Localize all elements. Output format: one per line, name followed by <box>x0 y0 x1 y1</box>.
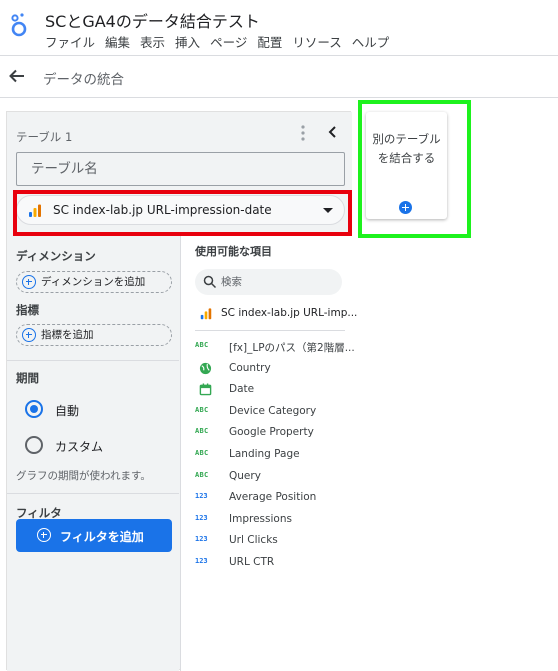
report-title[interactable]: SCとGA4のデータ結合テスト <box>45 8 260 32</box>
menu-insert[interactable]: 挿入 <box>175 32 200 51</box>
field-label: Average Position <box>229 491 317 503</box>
analytics-icon <box>29 204 41 217</box>
field-label: Query <box>229 470 261 482</box>
add-metric-label: 指標を追加 <box>41 329 94 341</box>
menu-file[interactable]: ファイル <box>45 32 95 51</box>
metric-title: 指標 <box>16 303 39 317</box>
field-item[interactable]: 123 Average Position <box>195 489 350 509</box>
menu-help[interactable]: ヘルプ <box>352 32 390 51</box>
number-type-icon: 123 <box>195 557 208 565</box>
field-label: URL CTR <box>229 556 275 568</box>
data-source-name: SC index-lab.jp URL-impression-date <box>53 203 272 217</box>
period-auto-label: 自動 <box>55 404 80 418</box>
text-type-icon: ABC <box>195 449 209 457</box>
add-metric-button[interactable]: 指標を追加 <box>16 324 172 346</box>
field-label: Impressions <box>229 513 292 525</box>
divider <box>195 330 345 331</box>
field-label: Google Property <box>229 426 314 438</box>
config-column: ディメンション ディメンションを追加 指標 指標を追加 期間 自動 カスタム グ… <box>7 236 179 671</box>
calendar-icon <box>199 383 212 396</box>
period-note: グラフの期間が使われます。 <box>16 470 151 482</box>
text-type-icon: ABC <box>195 341 209 349</box>
period-title: 期間 <box>16 371 39 385</box>
field-label: Url Clicks <box>229 534 278 546</box>
add-circle-icon <box>399 201 412 214</box>
looker-studio-logo-icon[interactable] <box>8 12 30 38</box>
field-search-input[interactable] <box>221 274 331 290</box>
field-item[interactable]: 123 Impressions <box>195 511 350 531</box>
add-circle-icon <box>37 528 51 542</box>
back-arrow-icon[interactable] <box>7 66 27 86</box>
blend-header: データの統合 <box>0 56 558 98</box>
search-icon <box>203 275 217 289</box>
available-fields-title: 使用可能な項目 <box>195 245 272 258</box>
source-field-item[interactable]: SC index-lab.jp URL-imp... <box>195 305 357 325</box>
menu-arrange[interactable]: 配置 <box>257 32 282 51</box>
menu-bar: ファイル 編集 表示 挿入 ページ 配置 リソース ヘルプ <box>45 32 399 51</box>
text-type-icon: ABC <box>195 471 209 479</box>
field-item[interactable]: 123 URL CTR <box>195 554 350 574</box>
available-fields-column: 使用可能な項目 SC index-lab.jp URL-imp... ABC [… <box>180 236 357 671</box>
menu-page[interactable]: ページ <box>210 32 247 51</box>
page-title: データの統合 <box>43 72 124 88</box>
add-table-card[interactable]: 別のテーブルを結合する <box>366 112 447 219</box>
table-number-label: テーブル 1 <box>16 130 73 144</box>
divider <box>7 493 179 494</box>
field-label: Landing Page <box>229 448 300 460</box>
field-item[interactable]: Date <box>195 381 350 401</box>
field-item[interactable]: ABC Landing Page <box>195 446 350 466</box>
period-custom-radio[interactable] <box>25 436 43 454</box>
analytics-icon <box>200 308 212 320</box>
data-source-select[interactable]: SC index-lab.jp URL-impression-date <box>16 195 345 225</box>
add-filter-button[interactable]: フィルタを追加 <box>16 519 172 552</box>
field-item[interactable]: Country <box>195 360 350 380</box>
add-dimension-label: ディメンションを追加 <box>41 276 146 288</box>
field-item[interactable]: ABC [fx]_LPのパス（第2階層... <box>195 338 355 358</box>
number-type-icon: 123 <box>195 514 208 522</box>
field-item[interactable]: ABC Google Property <box>195 424 350 444</box>
text-type-icon: ABC <box>195 406 209 414</box>
field-label: Device Category <box>229 405 317 417</box>
source-field-label: SC index-lab.jp URL-imp... <box>221 307 358 319</box>
menu-resource[interactable]: リソース <box>292 32 341 51</box>
add-filter-label: フィルタを追加 <box>60 530 144 544</box>
field-item[interactable]: 123 Url Clicks <box>195 532 350 552</box>
add-table-label: 別のテーブルを結合する <box>372 132 441 165</box>
more-vert-icon[interactable] <box>299 124 307 142</box>
table-name-input[interactable] <box>16 152 345 186</box>
field-label: Date <box>229 383 255 395</box>
period-auto-radio[interactable] <box>25 400 43 418</box>
chevron-left-icon[interactable] <box>325 124 341 140</box>
table-panel-header: テーブル 1 SC index-lab.jp URL-impression-da… <box>7 112 352 236</box>
globe-icon <box>199 362 212 375</box>
text-type-icon: ABC <box>195 427 209 435</box>
field-search[interactable] <box>195 269 342 295</box>
number-type-icon: 123 <box>195 535 208 543</box>
field-item[interactable]: ABC Query <box>195 468 350 488</box>
menu-edit[interactable]: 編集 <box>105 32 130 51</box>
divider <box>7 360 179 361</box>
add-dimension-button[interactable]: ディメンションを追加 <box>16 271 172 293</box>
menu-view[interactable]: 表示 <box>140 32 165 51</box>
field-label: Country <box>229 362 271 374</box>
field-item[interactable]: ABC Device Category <box>195 403 350 423</box>
table-panel: テーブル 1 SC index-lab.jp URL-impression-da… <box>6 111 357 671</box>
period-custom-label: カスタム <box>55 440 104 454</box>
dimension-title: ディメンション <box>16 249 96 263</box>
add-circle-icon <box>22 328 36 342</box>
add-circle-icon <box>22 275 36 289</box>
app-bar: SCとGA4のデータ結合テスト ファイル 編集 表示 挿入 ページ 配置 リソー… <box>0 0 558 56</box>
field-label: [fx]_LPのパス（第2階層... <box>229 342 355 354</box>
dropdown-arrow-icon <box>323 208 333 213</box>
number-type-icon: 123 <box>195 492 208 500</box>
